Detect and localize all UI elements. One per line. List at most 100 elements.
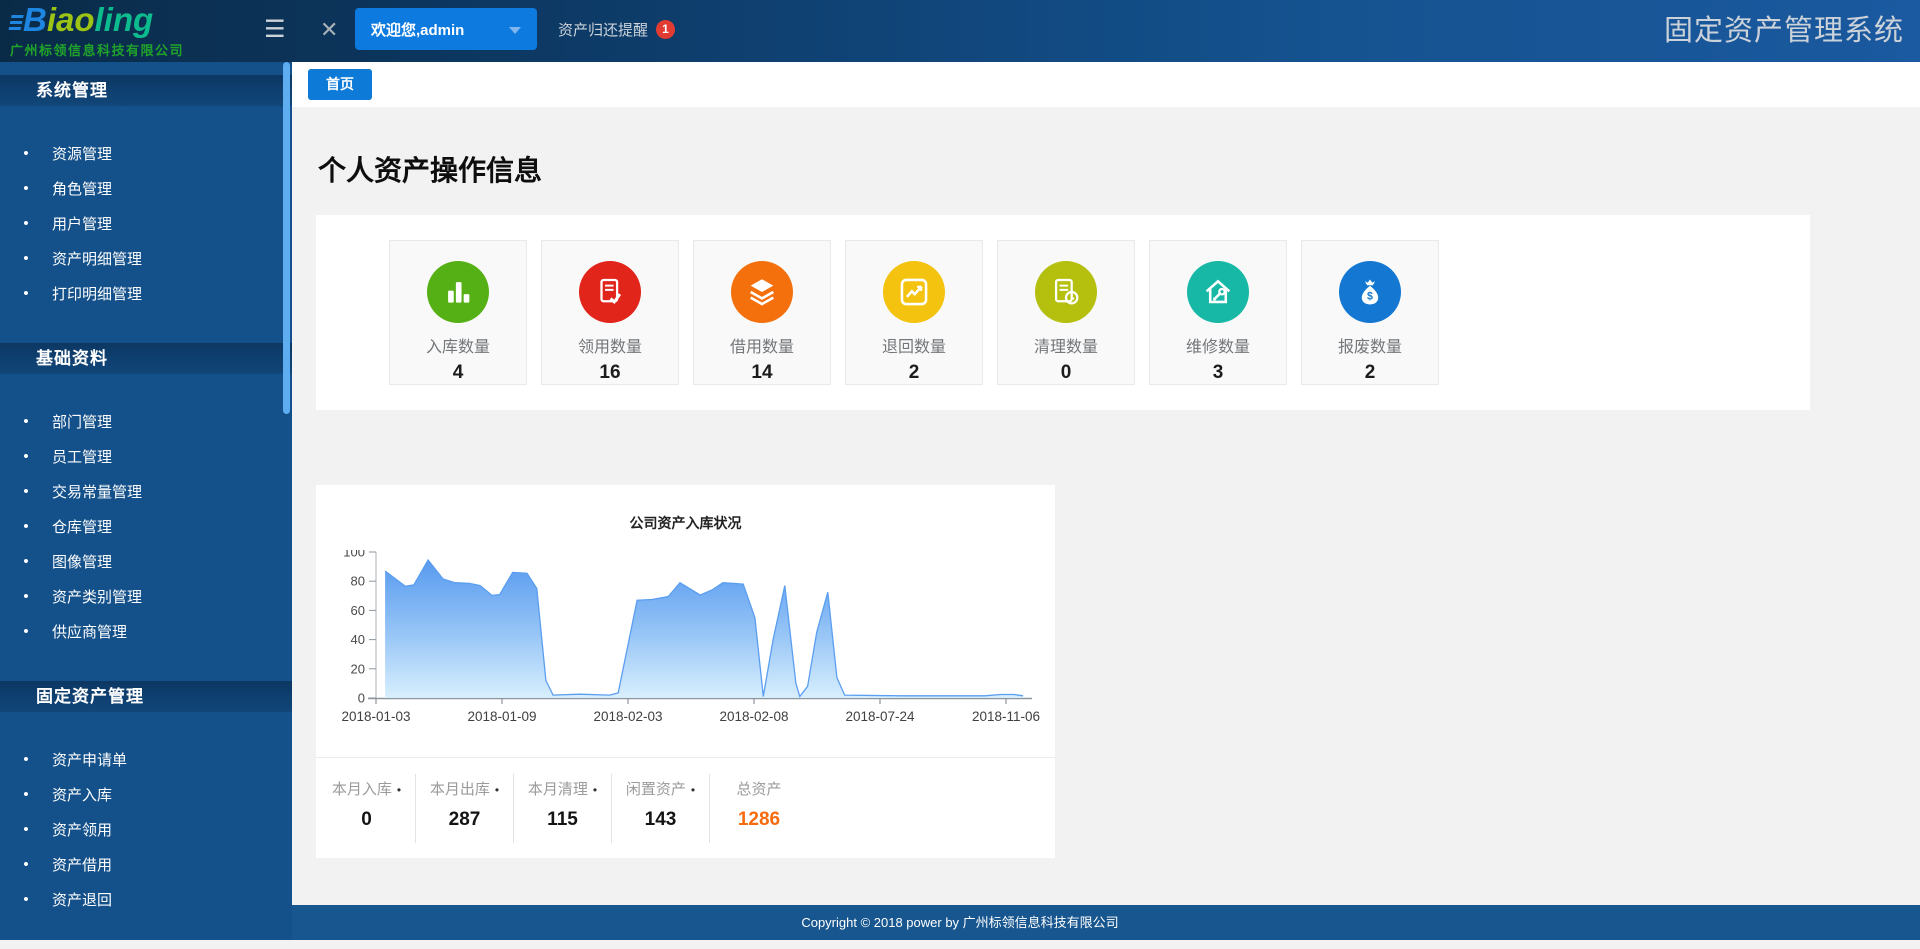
sidebar-scrollbar[interactable] [283, 62, 290, 414]
sidebar-item-资产借用[interactable]: •资产借用 [0, 847, 292, 882]
sidebar-item-资产类别管理[interactable]: •资产类别管理 [0, 579, 292, 614]
sidebar-item-资产领用[interactable]: •资产领用 [0, 812, 292, 847]
sidebar-nav: 系统管理•资源管理•角色管理•用户管理•资产明细管理•打印明细管理基础资料•部门… [0, 62, 292, 940]
document-check-icon [579, 261, 641, 323]
svg-text:2018-02-08: 2018-02-08 [719, 709, 788, 724]
sidebar-item-用户管理[interactable]: •用户管理 [0, 206, 292, 241]
sidebar-item-资产申请单[interactable]: •资产申请单 [0, 742, 292, 777]
summary-card-借用数量: 借用数量14 [693, 240, 831, 385]
sidebar-item-label: 资产退回 [52, 889, 112, 910]
stat-value: 0 [318, 809, 415, 831]
sidebar-item-资产入库[interactable]: •资产入库 [0, 777, 292, 812]
sidebar-section-1[interactable]: 基础资料 [0, 343, 292, 374]
sidebar-item-资产明细管理[interactable]: •资产明细管理 [0, 241, 292, 276]
sidebar-section-2[interactable]: 固定资产管理 [0, 681, 292, 712]
bullet-icon: • [0, 285, 52, 302]
repair-home-icon [1187, 261, 1249, 323]
asset-stats-row: 本月入库•0本月出库•287本月清理•115闲置资产•143总资产1286 [316, 757, 1055, 843]
stat-label: 本月清理• [514, 778, 611, 799]
card-label: 领用数量 [542, 333, 678, 357]
page-title: 个人资产操作信息 [318, 149, 542, 189]
sidebar-item-仓库管理[interactable]: •仓库管理 [0, 509, 292, 544]
sidebar-item-打印明细管理[interactable]: •打印明细管理 [0, 276, 292, 311]
sidebar-item-交易常量管理[interactable]: •交易常量管理 [0, 474, 292, 509]
summary-card-领用数量: 领用数量16 [541, 240, 679, 385]
stat-dot-icon: • [397, 783, 401, 797]
tab-home[interactable]: 首页 [308, 69, 372, 100]
hamburger-menu-icon[interactable]: ☰ [264, 17, 286, 43]
welcome-admin-label: 欢迎您,admin [371, 22, 464, 39]
stat-本月清理: 本月清理• 115 [514, 774, 612, 843]
card-label: 入库数量 [390, 333, 526, 357]
bullet-icon: • [0, 518, 52, 535]
summary-card-入库数量: 入库数量 4 [389, 240, 527, 385]
card-value: 2 [846, 362, 982, 384]
close-icon[interactable]: ✕ [320, 17, 338, 43]
card-value: 4 [390, 362, 526, 384]
tab-bar: 首页 [292, 62, 1920, 107]
header-bar: Biaoling 广州标领信息科技有限公司 ☰ ✕ 欢迎您,admin 资产归还… [0, 0, 1920, 62]
sidebar-section-0[interactable]: 系统管理 [0, 75, 292, 106]
system-title: 固定资产管理系统 [1664, 0, 1904, 62]
sidebar-item-label: 员工管理 [52, 446, 112, 467]
bar-chart-icon [427, 261, 489, 323]
bullet-icon: • [0, 413, 52, 430]
sidebar-item-label: 资产领用 [52, 819, 112, 840]
svg-text:40: 40 [351, 632, 365, 647]
sidebar-item-label: 资源管理 [52, 143, 112, 164]
document-clock-icon [1035, 261, 1097, 323]
sidebar-item-label: 资产借用 [52, 854, 112, 875]
bullet-icon: • [0, 553, 52, 570]
layers-icon [731, 261, 793, 323]
svg-text:60: 60 [351, 603, 365, 618]
sidebar-item-角色管理[interactable]: •角色管理 [0, 171, 292, 206]
sidebar-item-label: 打印明细管理 [52, 283, 142, 304]
main-content: 个人资产操作信息 入库数量4领用数量16借用数量14退回数量2清理数量0维修数量… [292, 107, 1920, 905]
copyright-text: Copyright © 2018 power by 广州标领信息科技有限公司 [801, 915, 1118, 930]
asset-return-reminder[interactable]: 资产归还提醒1 [558, 0, 675, 62]
chevron-down-icon [509, 27, 521, 34]
sidebar-item-员工管理[interactable]: •员工管理 [0, 439, 292, 474]
card-label: 借用数量 [694, 333, 830, 357]
svg-text:20: 20 [351, 661, 365, 676]
stat-label: 总资产 [710, 778, 808, 799]
bullet-icon: • [0, 483, 52, 500]
reminder-count-badge: 1 [656, 20, 675, 39]
sidebar-item-label: 交易常量管理 [52, 481, 142, 502]
bullet-icon: • [0, 786, 52, 803]
svg-text:2018-11-06: 2018-11-06 [972, 709, 1040, 724]
summary-card-报废数量: $报废数量2 [1301, 240, 1439, 385]
logo-wordmark: Biaoling [10, 2, 260, 38]
summary-cards-panel: 入库数量4领用数量16借用数量14退回数量2清理数量0维修数量3$报废数量2 [316, 215, 1810, 410]
summary-card-维修数量: 维修数量 3 [1149, 240, 1287, 385]
sidebar-item-图像管理[interactable]: •图像管理 [0, 544, 292, 579]
sidebar-item-部门管理[interactable]: •部门管理 [0, 404, 292, 439]
stat-value: 115 [514, 809, 611, 831]
bullet-icon: • [0, 180, 52, 197]
svg-text:2018-01-03: 2018-01-03 [341, 709, 410, 724]
chart-return-icon [883, 261, 945, 323]
chart-panel: 公司资产入库状况 0204060801002018-01-032018-01-0… [316, 485, 1055, 858]
bullet-icon: • [0, 856, 52, 873]
stat-value: 143 [612, 809, 709, 831]
summary-card-退回数量: 退回数量2 [845, 240, 983, 385]
bullet-icon: • [0, 588, 52, 605]
card-value: 3 [1150, 362, 1286, 384]
stat-dot-icon: • [593, 783, 597, 797]
sidebar-item-label: 仓库管理 [52, 516, 112, 537]
svg-text:80: 80 [351, 574, 365, 589]
sidebar-item-资源管理[interactable]: •资源管理 [0, 136, 292, 171]
card-label: 维修数量 [1150, 333, 1286, 357]
stat-dot-icon: • [691, 783, 695, 797]
sidebar-item-资产退回[interactable]: •资产退回 [0, 882, 292, 917]
welcome-admin-dropdown[interactable]: 欢迎您,admin [355, 8, 537, 50]
card-value: 2 [1302, 362, 1438, 384]
svg-text:0: 0 [358, 691, 365, 706]
sidebar-item-label: 图像管理 [52, 551, 112, 572]
sidebar-item-label: 资产明细管理 [52, 248, 142, 269]
biaoling-logo[interactable]: Biaoling 广州标领信息科技有限公司 [10, 2, 260, 59]
sidebar-item-供应商管理[interactable]: •供应商管理 [0, 614, 292, 649]
stat-label: 本月出库• [416, 778, 513, 799]
svg-text:2018-07-24: 2018-07-24 [845, 709, 915, 724]
bullet-icon: • [0, 751, 52, 768]
